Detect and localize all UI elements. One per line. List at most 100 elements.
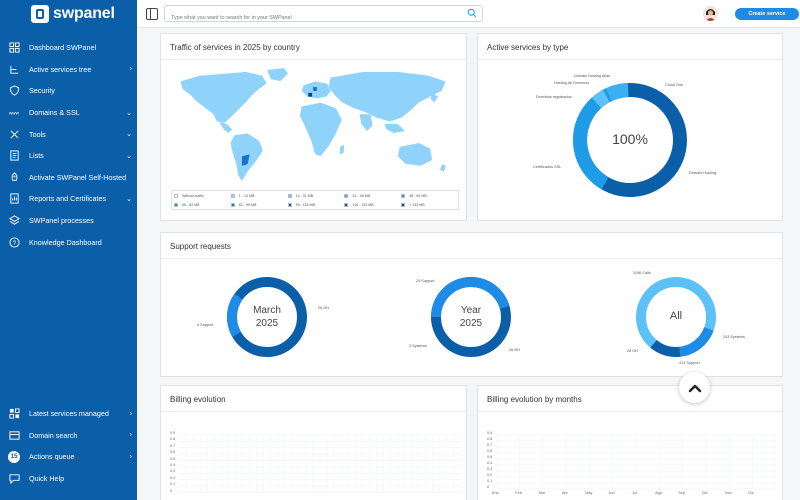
billing-months-x-tick: Ago <box>655 491 662 495</box>
search-icon[interactable] <box>467 8 477 18</box>
create-service-button[interactable]: Create service <box>735 8 799 20</box>
billing-y-tick: 0.8 <box>170 437 176 442</box>
support-title: Support requests <box>170 242 231 251</box>
help-icon: ? <box>8 236 20 248</box>
billing-months-x-tick: Oct <box>701 491 708 495</box>
legend-item: Without traffic <box>174 193 231 198</box>
scroll-top-button[interactable] <box>679 372 710 403</box>
sidebar-item-swpanel-processes[interactable]: SWPanel processes <box>0 210 137 232</box>
sidebar-item-knowledge-dashboard[interactable]: ? Knowledge Dashboard <box>0 231 137 253</box>
billing-months-x-tick: Jul <box>631 491 637 495</box>
billing_months-y-tick: 0.2 <box>487 473 493 477</box>
legend-swatch <box>287 193 292 198</box>
billing-y-tick: 0 <box>170 488 173 493</box>
label-certificados-ssl: Certificados SSL <box>533 165 562 169</box>
sidebar-item-reports-and-certificates[interactable]: Reports and Certificates ⌄ <box>0 188 137 210</box>
globe-icon <box>8 429 20 441</box>
chevron-down-icon: ⌄ <box>126 195 132 203</box>
sidebar: swpanel Dashboard SWPanel Active services… <box>0 0 137 500</box>
billing_months-y-tick: 0 <box>487 485 490 489</box>
legend-swatch <box>344 202 349 207</box>
search-input[interactable] <box>165 10 455 26</box>
traffic-card: Traffic of services in 2025 by country W… <box>160 33 467 221</box>
dashboard-icon <box>8 42 20 54</box>
sidebar-item-latest-services-managed[interactable]: Latest services managed › <box>0 403 137 425</box>
sidebar-item-actions-queue[interactable]: 15 Actions queue › <box>0 446 137 468</box>
sidebar-item-label: Activate SWPanel Self-Hosted <box>29 172 127 182</box>
legend-label: 99 - 116 MB <box>295 202 315 207</box>
legend-label: > 133 MB <box>409 202 425 207</box>
sidebar-item-domains-ssl[interactable]: www Domains & SSL ⌄ <box>0 102 137 124</box>
shield-icon <box>8 85 20 97</box>
billing-y-tick: 0.1 <box>170 482 176 487</box>
label-dominios-registrados: Dominios registrados <box>536 95 572 99</box>
chevron-down-icon: ⌄ <box>126 109 132 117</box>
actions-queue-badge: 15 <box>8 450 20 463</box>
support-year-oh: 26 OH <box>509 348 520 352</box>
billing_months-y-tick: 0.3 <box>487 467 493 471</box>
legend-item: > 133 MB <box>401 202 458 207</box>
billing-y-tick: 0.2 <box>170 475 176 480</box>
legend-item: 116 - 133 MB <box>344 202 401 207</box>
sidebar-item-tools[interactable]: Tools ⌄ <box>0 123 137 145</box>
sidebar-toggle-icon[interactable] <box>146 8 158 20</box>
billing-y-tick: 0.3 <box>170 469 176 474</box>
sidebar-item-security[interactable]: Security <box>0 80 137 102</box>
legend-label: 48 - 65 MB <box>409 193 427 198</box>
legend-swatch <box>174 193 178 198</box>
rocket-icon <box>8 171 20 183</box>
chevron-right-icon: › <box>129 453 132 461</box>
avatar[interactable] <box>703 6 718 21</box>
billing_months-y-tick: 0.4 <box>487 461 493 465</box>
sidebar-item-label: Domains & SSL <box>29 108 80 118</box>
billing-y-tick: 0.7 <box>170 443 176 448</box>
support-year-support: 24 Support <box>416 279 435 283</box>
sidebar-item-label: SWPanel processes <box>29 216 94 226</box>
active-services-card: Active services by type 100% Domain Host… <box>477 33 783 221</box>
chevron-up-icon <box>688 384 701 392</box>
logo-text: swpanel <box>53 5 115 22</box>
legend-label: Without traffic <box>182 193 204 198</box>
world-map[interactable] <box>165 64 465 189</box>
legend-label: 116 - 133 MB <box>352 202 374 207</box>
sidebar-item-label: Dashboard SWPanel <box>29 43 97 53</box>
support-donut-march[interactable] <box>225 275 309 359</box>
billing-months-x-tick: Dic <box>748 491 754 495</box>
legend-swatch <box>230 202 235 207</box>
sidebar-item-domain-search[interactable]: Domain search › <box>0 425 137 447</box>
legend-swatch <box>401 202 406 207</box>
legend-item: 65 - 82 MB <box>174 202 231 207</box>
label-domain-hosting: Domain Hosting <box>689 171 717 175</box>
layers-icon <box>8 215 20 227</box>
sidebar-item-active-services-tree[interactable]: Active services tree › <box>0 59 137 81</box>
billing-months-x-tick: Sep <box>678 491 686 495</box>
report-icon <box>8 193 20 205</box>
sidebar-item-label: Lists <box>29 151 44 161</box>
label-cloud-one: Cloud One <box>665 83 684 87</box>
tools-icon <box>8 128 20 140</box>
billing_months-y-tick: 0.1 <box>487 479 493 483</box>
sidebar-nav: Dashboard SWPanel Active services tree › Se… <box>0 37 137 253</box>
chevron-right-icon: › <box>129 431 132 439</box>
search-box <box>164 5 483 26</box>
billing-y-tick: 0.4 <box>170 463 176 467</box>
support-all-label: All <box>669 310 683 322</box>
sidebar-item-activate-swpanel-self-hosted[interactable]: Activate SWPanel Self-Hosted <box>0 167 137 189</box>
sidebar-item-dashboard-swpanel[interactable]: Dashboard SWPanel <box>0 37 137 59</box>
legend-label: 65 - 82 MB <box>182 202 200 207</box>
logo[interactable]: swpanel <box>31 4 115 24</box>
billing-months-title: Billing evolution by months <box>487 395 582 404</box>
sidebar-item-label: Latest services managed <box>29 409 109 419</box>
billing-months-chart-grid <box>496 434 776 490</box>
billing-y-tick: 0.9 <box>170 431 176 435</box>
sidebar-nav-bottom: Latest services managed › Domain search › 15… <box>0 403 137 489</box>
support-march-support: 6 Support <box>197 323 214 327</box>
chevron-right-icon: › <box>129 410 132 418</box>
sidebar-item-label: Tools <box>29 129 46 139</box>
sidebar-item-lists[interactable]: Lists ⌄ <box>0 145 137 167</box>
sidebar-item-quick-help[interactable]: Quick Help <box>0 468 137 490</box>
support-donut-year[interactable] <box>429 275 513 359</box>
legend-item: 99 - 116 MB <box>287 202 345 207</box>
billing-chart-grid <box>179 434 461 493</box>
billing-months-x-tick: Feb <box>515 491 522 495</box>
